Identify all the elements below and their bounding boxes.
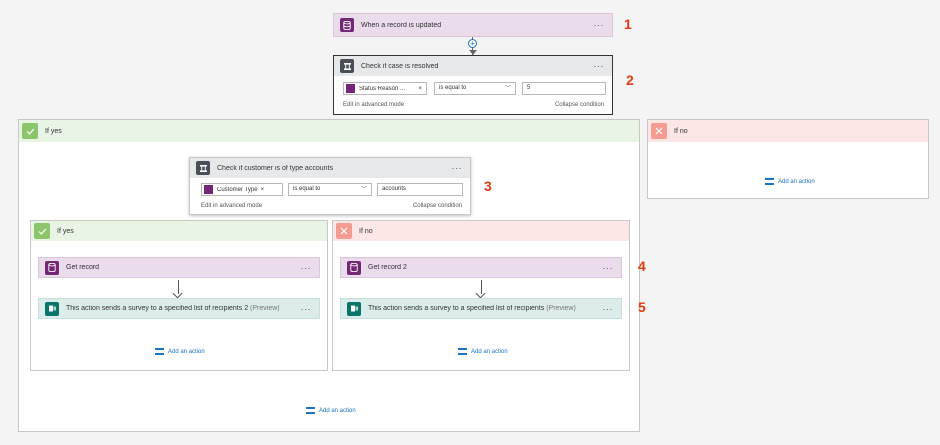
survey-action-2-title: This action sends a survey to a specifie… (368, 305, 545, 312)
preview-label: (Preview) (546, 305, 576, 312)
get-record-title: Get record (66, 264, 100, 271)
trigger-card[interactable]: When a record is updated ··· (333, 13, 613, 37)
branch-no-add-action-button[interactable]: Add an action (765, 178, 815, 185)
preview-label: (Preview) (250, 305, 280, 312)
condition-icon (340, 59, 354, 73)
get-record-2-title: Get record 2 (368, 264, 407, 271)
branch-no-container: If no Add an action (647, 119, 929, 199)
chevron-down-icon: ﹀ (504, 86, 511, 92)
inner-no-label: If no (359, 227, 373, 235)
add-action-icon (765, 178, 774, 185)
database-icon (204, 185, 213, 194)
add-action-icon (155, 348, 164, 355)
marker-1: 1 (624, 16, 632, 32)
database-icon (347, 260, 361, 275)
condition-2-operator-select[interactable]: is equal to ﹀ (288, 183, 372, 196)
survey-action-2-card[interactable]: This action sends a survey to a specifie… (340, 298, 622, 319)
condition-1-menu-icon[interactable]: ··· (594, 61, 605, 71)
condition-1-advanced-link[interactable]: Edit in advanced mode (343, 102, 404, 108)
get-record-menu-icon[interactable]: ··· (301, 263, 312, 273)
forms-icon (45, 301, 59, 316)
survey-action-menu-icon[interactable]: ··· (301, 304, 312, 314)
survey-action-title: This action sends a survey to a specifie… (66, 305, 249, 312)
condition-2-menu-icon[interactable]: ··· (452, 163, 463, 173)
branch-yes-add-action-button[interactable]: Add an action (306, 407, 356, 414)
survey-action-card[interactable]: This action sends a survey to a specifie… (38, 298, 320, 319)
check-icon (34, 223, 50, 239)
add-action-icon (458, 348, 467, 355)
condition-1-field-chip[interactable]: Status Reason ... × (343, 82, 427, 95)
condition-1-title: Check if case is resolved (361, 62, 439, 70)
condition-2-value-input[interactable]: accounts (377, 183, 463, 196)
trigger-menu-icon[interactable]: ··· (594, 20, 605, 30)
survey-action-2-menu-icon[interactable]: ··· (603, 304, 614, 314)
get-record-2-menu-icon[interactable]: ··· (603, 263, 614, 273)
branch-yes-label: If yes (45, 127, 62, 135)
database-icon (45, 260, 59, 275)
inner-no-add-action-button[interactable]: Add an action (458, 348, 508, 355)
inner-yes-add-action-button[interactable]: Add an action (155, 348, 205, 355)
condition-1-value-input[interactable]: 5 (522, 82, 606, 95)
marker-3: 3 (484, 178, 492, 194)
close-icon (651, 123, 667, 139)
condition-2-advanced-link[interactable]: Edit in advanced mode (201, 203, 262, 209)
condition-2-collapse-link[interactable]: Collapse condition (413, 203, 462, 209)
condition-icon (196, 161, 210, 175)
insert-step-icon[interactable]: + (468, 39, 477, 48)
chip-remove-icon[interactable]: × (418, 86, 422, 92)
close-icon (336, 223, 352, 239)
inner-yes-label: If yes (57, 227, 74, 235)
forms-icon (347, 301, 361, 316)
check-icon (22, 123, 38, 139)
condition-2-card[interactable]: Check if customer is of type accounts ··… (189, 157, 471, 215)
marker-2: 2 (626, 72, 634, 88)
chevron-down-icon: ﹀ (360, 187, 367, 193)
chip-remove-icon[interactable]: × (261, 187, 265, 193)
marker-4: 4 (638, 258, 646, 274)
get-record-card[interactable]: Get record ··· (38, 257, 320, 278)
condition-1-card[interactable]: Check if case is resolved ··· Status Rea… (333, 55, 613, 115)
branch-no-label: If no (674, 127, 688, 135)
condition-1-operator-select[interactable]: is equal to ﹀ (434, 82, 516, 95)
condition-2-title: Check if customer is of type accounts (217, 164, 333, 172)
database-icon (346, 84, 355, 93)
trigger-title: When a record is updated (361, 21, 442, 29)
database-icon (340, 18, 354, 32)
get-record-2-card[interactable]: Get record 2 ··· (340, 257, 622, 278)
condition-1-collapse-link[interactable]: Collapse condition (555, 102, 604, 108)
marker-5: 5 (638, 299, 646, 315)
add-action-icon (306, 407, 315, 414)
condition-2-field-chip[interactable]: Customer Type × (201, 183, 283, 196)
